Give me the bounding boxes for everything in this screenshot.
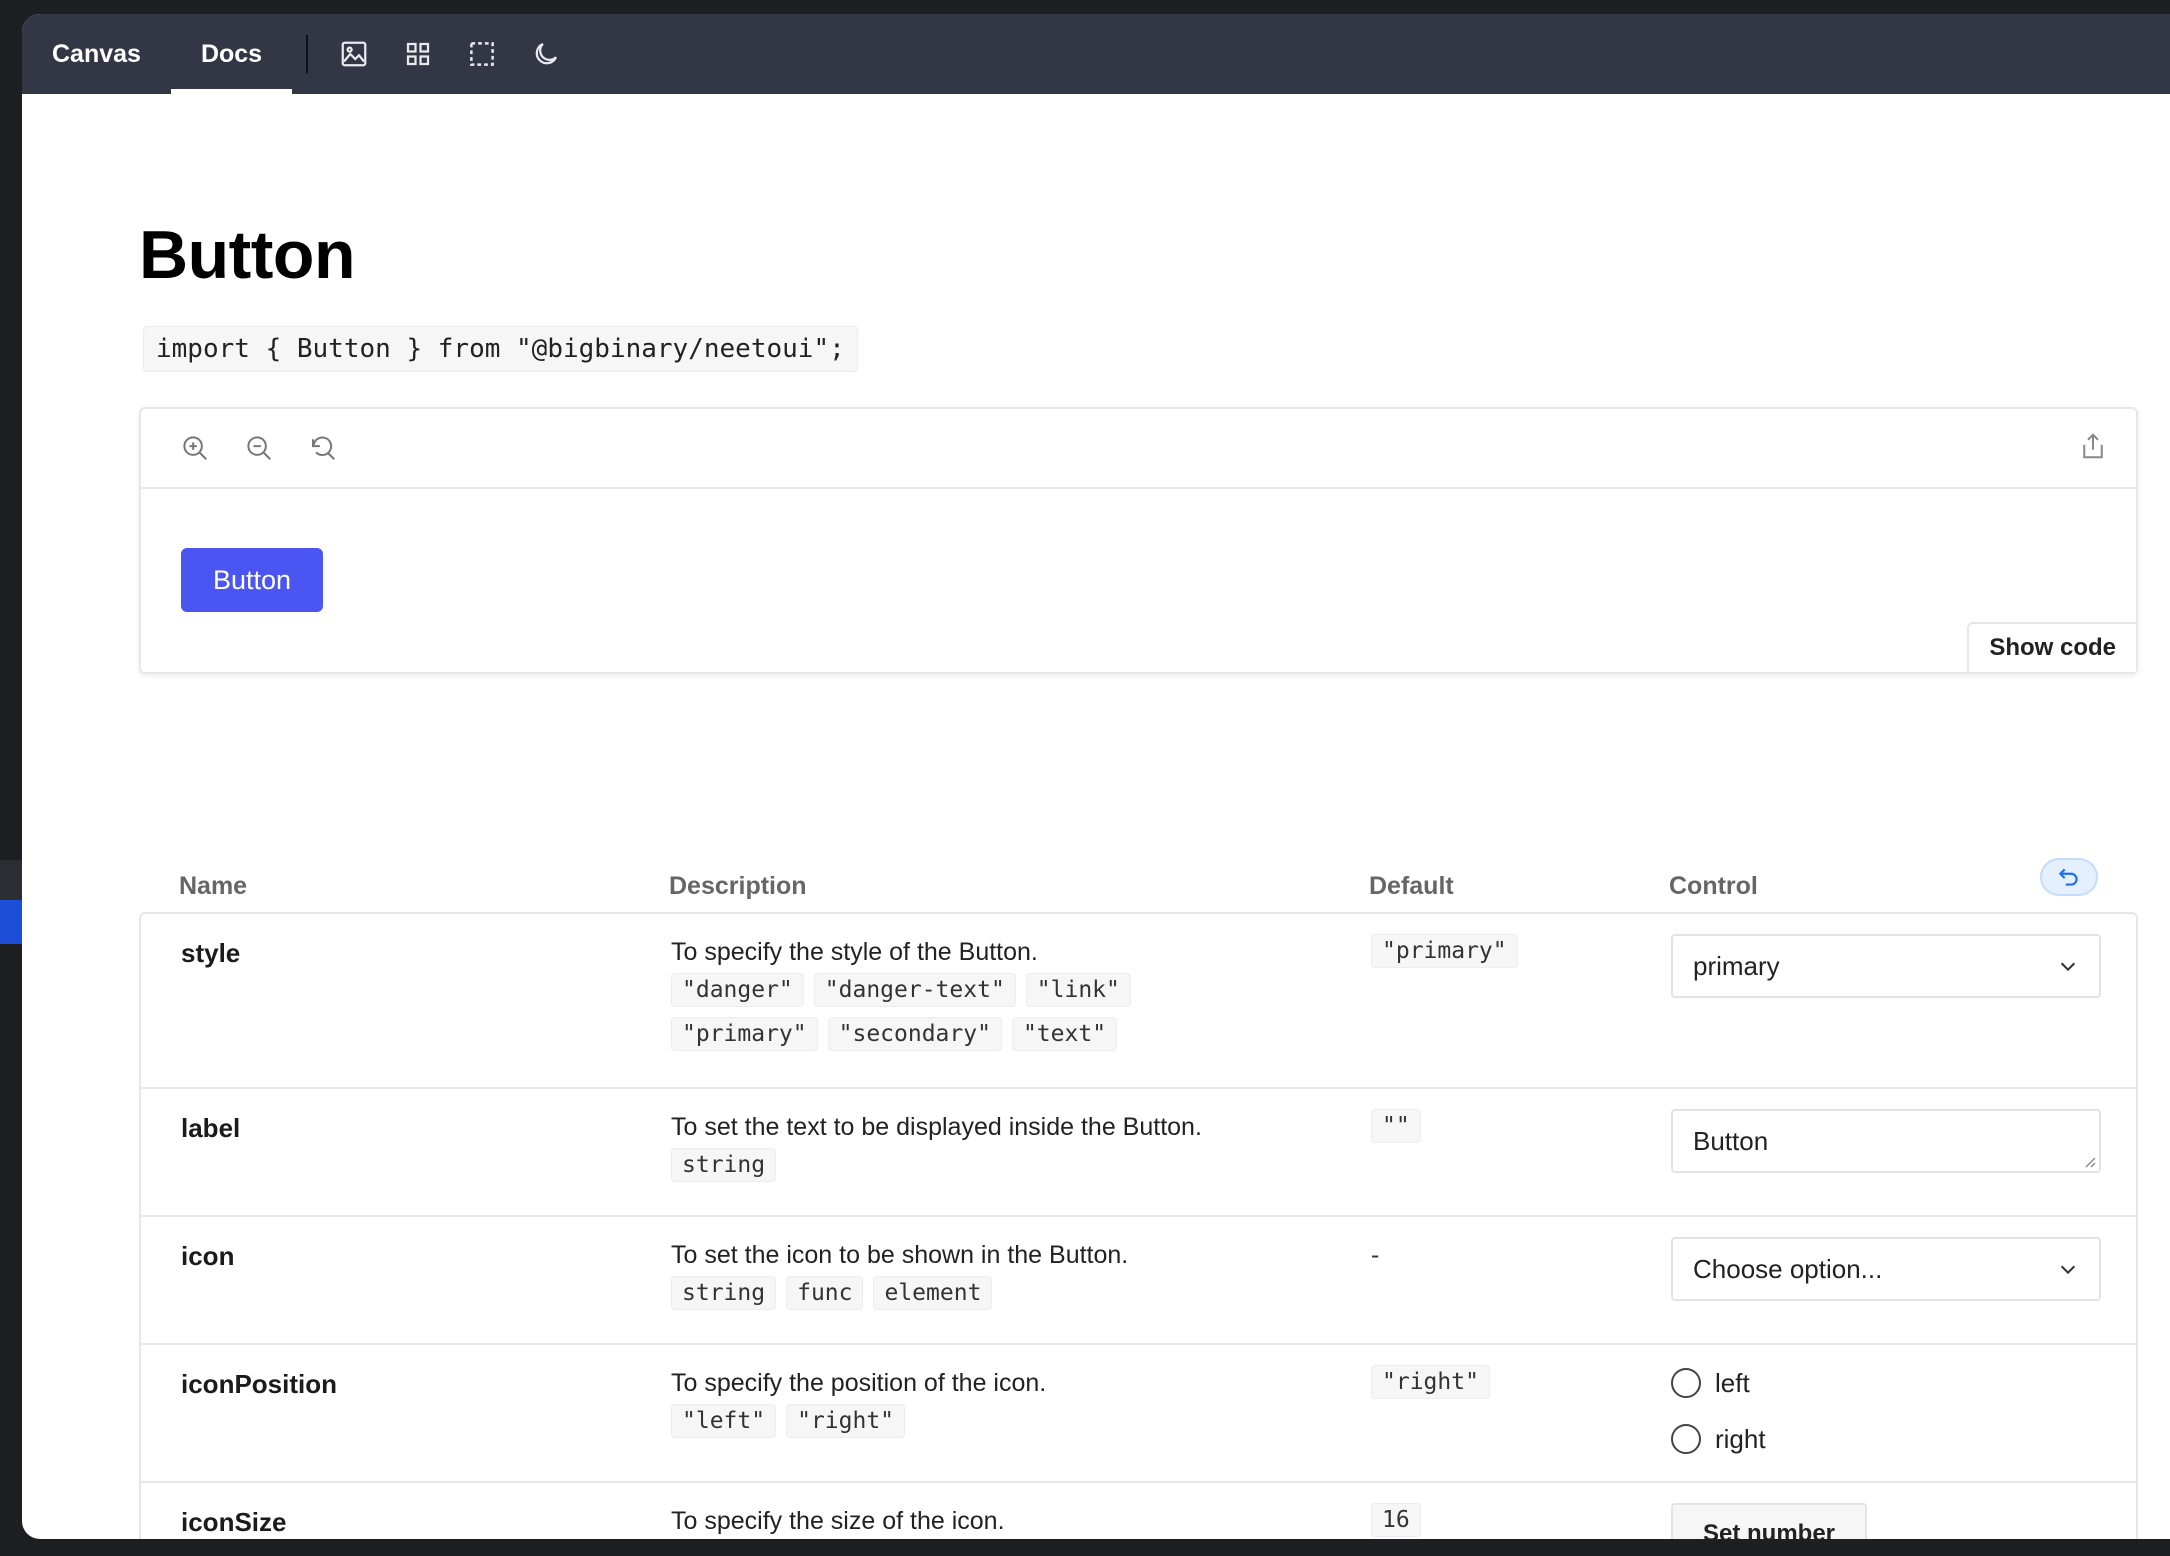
prop-description-text: To set the text to be displayed inside t…: [671, 1113, 1202, 1141]
radio-button[interactable]: [1671, 1368, 1701, 1398]
prop-control: primary: [1671, 934, 2101, 998]
prop-description-text: To specify the size of the icon.: [671, 1507, 1005, 1535]
table-row: label To set the text to be displayed in…: [141, 1089, 2136, 1217]
select-value: primary: [1693, 950, 1780, 981]
default-chip: "right": [1371, 1365, 1490, 1399]
reset-controls-button[interactable]: [2040, 858, 2098, 896]
icon-select[interactable]: Choose option...: [1671, 1237, 2101, 1301]
set-number-button[interactable]: Set number: [1671, 1503, 1868, 1539]
share-icon[interactable]: [2078, 431, 2108, 466]
undo-icon: [2058, 868, 2078, 886]
header-name: Name: [179, 872, 248, 900]
page-title: Button: [139, 217, 356, 293]
style-select[interactable]: primary: [1671, 934, 2101, 998]
tab-docs[interactable]: Docs: [170, 14, 293, 94]
preview-button[interactable]: Button: [181, 548, 324, 612]
prop-default: -: [1371, 1241, 1379, 1270]
header-control: Control: [1669, 872, 1758, 900]
type-chip: string: [671, 1276, 777, 1310]
prop-default: "primary": [1371, 934, 1518, 968]
radio-label: right: [1715, 1423, 1766, 1454]
toolbar: Canvas Docs: [22, 14, 2170, 94]
zoom-out-icon[interactable]: [227, 423, 291, 473]
default-value: -: [1371, 1241, 1380, 1269]
type-chip: "secondary": [827, 1017, 1002, 1051]
default-chip: "": [1371, 1109, 1421, 1143]
table-row: icon To set the icon to be shown in the …: [141, 1217, 2136, 1345]
chevron-down-icon: [2060, 1265, 2076, 1275]
type-chip: "link": [1025, 973, 1131, 1007]
type-chip: "primary": [671, 1017, 818, 1051]
type-chip: "text": [1011, 1017, 1118, 1051]
preview-toolbar: [141, 409, 2136, 489]
prop-default: 16: [1371, 1503, 1421, 1537]
prop-name: icon: [181, 1241, 235, 1271]
image-icon[interactable]: [322, 14, 386, 94]
chevron-down-icon: [2060, 962, 2076, 972]
prop-name: iconSize: [181, 1507, 287, 1537]
storybook-window: Canvas Docs Button import { Button } fro…: [22, 14, 2170, 1539]
prop-description-text: To specify the style of the Button.: [671, 938, 1038, 966]
prop-description: To specify the position of the icon. "le…: [671, 1369, 1331, 1438]
moon-icon[interactable]: [514, 14, 578, 94]
props-table: style To specify the style of the Button…: [139, 912, 2138, 1539]
select-value: Choose option...: [1693, 1253, 1883, 1284]
prop-description-text: To specify the position of the icon.: [671, 1369, 1047, 1397]
background-window-strip: [0, 860, 22, 900]
radio-option-left[interactable]: left: [1671, 1361, 2101, 1405]
table-row: iconPosition To specify the position of …: [141, 1345, 2136, 1483]
prop-description: To specify the size of the icon. number: [671, 1507, 1331, 1539]
type-chip: element: [873, 1276, 993, 1310]
zoom-in-icon[interactable]: [163, 423, 227, 473]
textarea-value: Button: [1693, 1125, 1769, 1156]
default-chip: "primary": [1371, 934, 1518, 968]
type-chip: string: [671, 1148, 777, 1182]
table-row: iconSize To specify the size of the icon…: [141, 1483, 2136, 1539]
toolbar-divider: [306, 35, 309, 73]
tab-canvas[interactable]: Canvas: [22, 14, 171, 94]
prop-name: style: [181, 938, 241, 968]
grid-icon[interactable]: [386, 14, 450, 94]
type-chip: "left": [671, 1404, 777, 1438]
background-window-accent: [0, 900, 22, 944]
prop-default: "right": [1371, 1365, 1490, 1399]
component-preview: Button Show code: [139, 407, 2138, 674]
prop-control: left right: [1671, 1361, 2101, 1473]
radio-button[interactable]: [1671, 1424, 1701, 1454]
outline-icon[interactable]: [450, 14, 514, 94]
prop-control: Button: [1671, 1109, 2101, 1173]
label-textarea[interactable]: Button: [1671, 1109, 2101, 1173]
radio-label: left: [1715, 1367, 1750, 1398]
prop-default: "": [1371, 1109, 1421, 1143]
type-chip: func: [786, 1276, 864, 1310]
table-row: style To specify the style of the Button…: [141, 914, 2136, 1089]
radio-option-right[interactable]: right: [1671, 1417, 2101, 1461]
prop-description: To set the text to be displayed inside t…: [671, 1113, 1331, 1182]
reset-zoom-icon[interactable]: [291, 423, 355, 473]
prop-name: iconPosition: [181, 1369, 337, 1399]
default-chip: 16: [1371, 1503, 1421, 1537]
type-chip: "right": [786, 1404, 906, 1438]
header-default: Default: [1369, 872, 1454, 900]
show-code-button[interactable]: Show code: [1967, 622, 2136, 672]
prop-description: To specify the style of the Button. "dan…: [671, 938, 1331, 1051]
type-chip: "danger-text": [813, 973, 1016, 1007]
header-description: Description: [669, 872, 807, 900]
prop-control: Set number: [1671, 1503, 2101, 1539]
prop-name: label: [181, 1113, 241, 1143]
prop-description: To set the icon to be shown in the Butto…: [671, 1241, 1331, 1310]
prop-control: Choose option...: [1671, 1237, 2101, 1301]
type-chip: "danger": [671, 973, 804, 1007]
prop-description-text: To set the icon to be shown in the Butto…: [671, 1241, 1129, 1269]
import-statement: import { Button } from "@bigbinary/neeto…: [143, 326, 858, 372]
props-table-header: Name Description Default Control: [139, 858, 2138, 918]
resize-grip-icon[interactable]: [2081, 1153, 2097, 1169]
